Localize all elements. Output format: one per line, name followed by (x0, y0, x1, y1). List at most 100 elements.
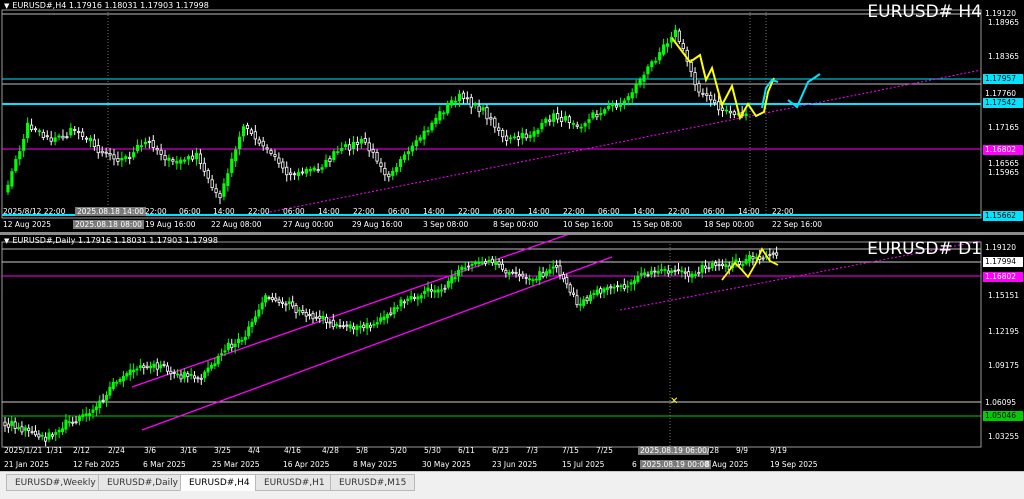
h4-chart-pane[interactable]: ▼ EURUSD#,H4 1.17916 1.18031 1.17903 1.17… (0, 0, 1024, 232)
h4-candle (253, 131, 257, 140)
h4-candle (438, 111, 442, 121)
h4-candle (681, 43, 685, 49)
d1-candle (737, 261, 741, 265)
h4-candle (124, 156, 128, 159)
h4-candle (402, 154, 407, 160)
h4-candle (285, 166, 289, 176)
h4-candle (662, 44, 666, 55)
d1-candle (277, 299, 281, 303)
d1-candle (267, 297, 271, 299)
d1-candle (318, 315, 322, 319)
time-label-bottom: 6 (632, 460, 637, 469)
d1-candle (138, 365, 142, 369)
h4-candle (132, 152, 136, 158)
tab-eurusd-h1[interactable]: EURUSD#,H1 (255, 474, 334, 491)
h4-candle (610, 103, 615, 107)
h4-candle (96, 145, 100, 154)
h4-watermark: EURUSD# H4 (867, 2, 982, 22)
h4-candle (571, 123, 575, 125)
h4-candle (540, 122, 544, 130)
time-label: 06:00 (283, 207, 305, 216)
h4-candle (426, 130, 430, 133)
h4-candle (320, 167, 324, 170)
h4-candle (398, 159, 403, 167)
d1-candle (98, 400, 102, 409)
tab-eurusd-m15[interactable]: EURUSD#,M15 (330, 474, 416, 491)
collapse-triangle-icon[interactable]: ▼ (4, 237, 9, 245)
h4-candle (724, 109, 729, 112)
d1-candle (416, 296, 420, 300)
time-label: 2025/1/21 (4, 446, 43, 455)
price-label: 1.06095 (983, 398, 1023, 408)
d1-candle (64, 419, 68, 430)
d1-candle (165, 365, 169, 372)
d1-candle (504, 269, 508, 274)
d1-chart-pane[interactable]: ✕ ▼ EURUSD#,Daily 1.17916 1.18031 1.17903… (0, 235, 1024, 471)
collapse-triangle-icon[interactable]: ▼ (4, 2, 9, 10)
h4-candle (112, 154, 116, 160)
h4-candle (587, 119, 591, 123)
h4-candle (73, 129, 77, 131)
d1-candle (568, 284, 572, 293)
d1-chart-canvas[interactable]: ✕ (0, 235, 1024, 471)
h4-candle (446, 103, 450, 114)
d1-candle (538, 271, 542, 281)
d1-candle (632, 280, 636, 284)
tab-eurusd-h4[interactable]: EURUSD#,H4 (180, 474, 259, 491)
tab-eurusd-daily[interactable]: EURUSD#,Daily (98, 474, 187, 491)
tab-eurusd-weekly[interactable]: EURUSD#,Weekly (6, 474, 105, 491)
h4-candle (324, 159, 328, 167)
time-label: 14:00 (318, 207, 340, 216)
h4-candle (281, 161, 285, 169)
d1-candle (524, 276, 528, 279)
d1-candle (585, 297, 589, 302)
time-label: 4/28 (322, 446, 339, 455)
d1-candle (186, 373, 190, 377)
d1-candle (142, 365, 146, 369)
d1-candle (145, 365, 149, 368)
d1-candle (680, 270, 684, 273)
time-label-bottom: 3 Sep 08:00 (423, 220, 469, 229)
h4-candle (175, 160, 179, 164)
h4-candle (147, 141, 151, 143)
h4-candle (202, 162, 206, 172)
h4-candle (234, 149, 238, 162)
h4-candle (395, 167, 399, 172)
d1-candle (612, 286, 616, 289)
h4-candle (536, 129, 540, 134)
d1-candle (433, 290, 437, 293)
h4-candle (351, 141, 356, 150)
d1-candle (335, 324, 339, 326)
d1-marker-x: ✕ (670, 396, 678, 407)
d1-candle (274, 297, 278, 301)
d1-candle (314, 316, 318, 319)
h4-candle (190, 155, 195, 160)
d1-candle (382, 316, 386, 321)
d1-candle (700, 264, 704, 273)
d1-candle (714, 262, 718, 266)
h4-candle (528, 134, 532, 138)
d1-candle (724, 264, 728, 268)
d1-candle (707, 267, 711, 270)
d1-candle (348, 324, 352, 329)
h4-candle (33, 128, 38, 131)
h4-candle (705, 93, 709, 96)
d1-candle (281, 301, 285, 304)
price-tick: 1.15151 (988, 291, 1020, 300)
d1-candle (582, 299, 586, 306)
d1-candle (578, 303, 582, 306)
d1-candle (50, 434, 54, 437)
h4-candle (53, 137, 57, 142)
h4-chart-canvas[interactable] (0, 0, 1024, 232)
d1-candle (521, 273, 525, 277)
h4-candle (442, 112, 446, 115)
d1-candle (561, 274, 565, 280)
h4-candle (614, 104, 619, 108)
d1-candle (490, 258, 494, 264)
d1-candle (565, 276, 569, 285)
price-label: 1.16802 (983, 272, 1023, 282)
time-label: 9/9 (736, 446, 749, 455)
time-label: 14:00 (213, 207, 235, 216)
h4-candle (728, 110, 732, 114)
h4-candle (583, 123, 587, 127)
